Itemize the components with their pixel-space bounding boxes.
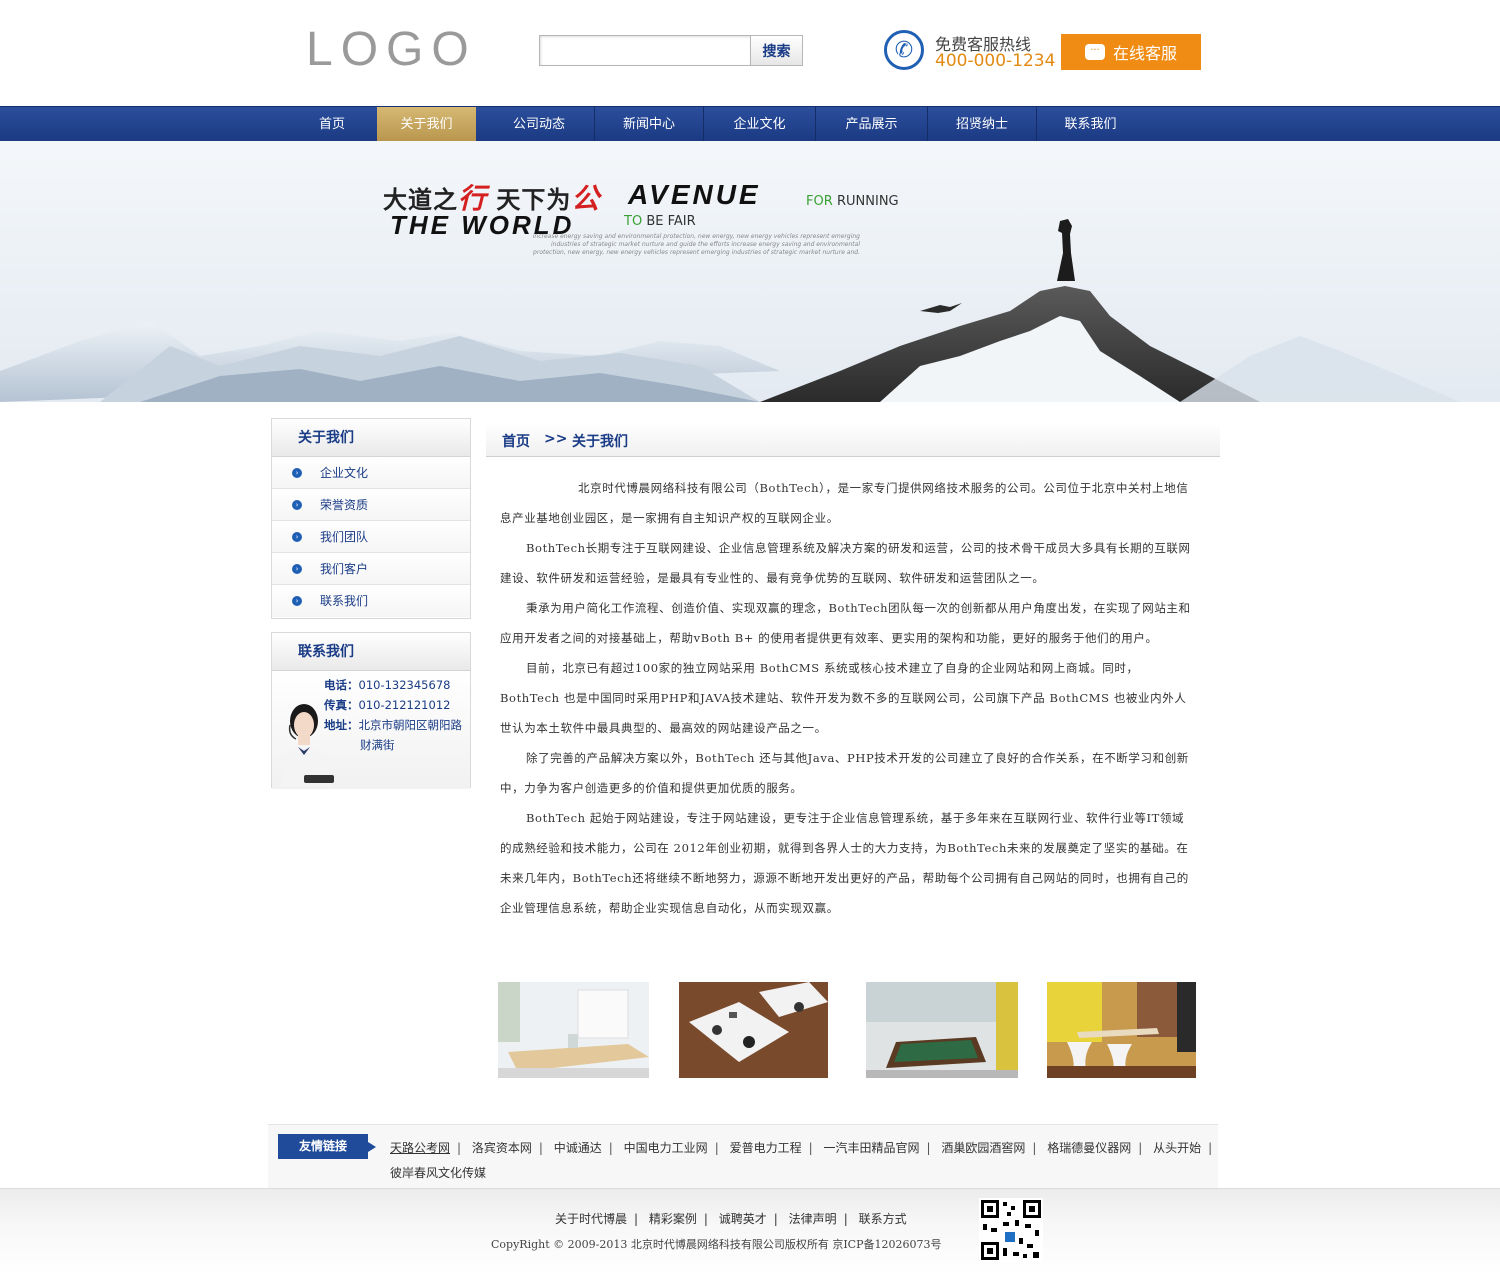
site-header: LOGO 搜索 ✆ 免费客服热线 400-000-1234 ··· 在线客服 xyxy=(0,0,1500,106)
hotline: ✆ 免费客服热线 400-000-1234 xyxy=(884,30,1056,72)
search-input[interactable] xyxy=(539,35,751,66)
office-photo-3[interactable] xyxy=(866,982,1018,1078)
sidebar-item-honors[interactable]: › 荣誉资质 xyxy=(272,489,470,521)
nav-item-news-center[interactable]: 新闻中心 xyxy=(595,107,703,142)
site-logo[interactable]: LOGO xyxy=(306,26,477,74)
banner-fine-print: increase energy saving and environmental… xyxy=(532,233,860,256)
article-paragraph: 除了完善的产品解决方案以外，BothTech 还与其他Java、PHP技术开发的… xyxy=(500,751,1189,795)
nav-item-about[interactable]: 关于我们 xyxy=(377,107,476,142)
about-sidebar-title: 关于我们 xyxy=(272,419,470,457)
banner-for: FOR xyxy=(806,194,833,209)
link-item[interactable]: 格瑞德曼仪器网 xyxy=(1047,1141,1131,1155)
sidebar-item-clients[interactable]: › 我们客户 xyxy=(272,553,470,585)
main-nav: 首页 关于我们 公司动态 新闻中心 企业文化 产品展示 招贤纳士 联系我们 xyxy=(0,106,1500,142)
link-item[interactable]: 爱普电力工程 xyxy=(730,1141,802,1155)
about-sidebar: 关于我们 › 企业文化 › 荣誉资质 › 我们团队 › 我们客户 › 联系我们 xyxy=(271,418,471,619)
footer-link-legal[interactable]: 法律声明 xyxy=(789,1212,837,1226)
search-button[interactable]: 搜索 xyxy=(750,35,803,66)
contact-phone: 电话：010-132345678 xyxy=(324,678,451,692)
arrow-bullet-icon: › xyxy=(292,596,302,606)
breadcrumb: 首页 >> 关于我们 xyxy=(486,423,1220,457)
nav-item-company-news[interactable]: 公司动态 xyxy=(484,107,594,142)
banner-avenue: AVENUE xyxy=(628,179,761,210)
footer-link-jobs[interactable]: 诚聘英才 xyxy=(719,1212,767,1226)
banner-running: RUNNING xyxy=(837,194,899,209)
friendly-links-tag: 友情链接 xyxy=(278,1134,376,1159)
contact-info: 电话：010-132345678 传真：010-212121012 地址：北京市… xyxy=(272,671,470,789)
footer-link-contact[interactable]: 联系方式 xyxy=(859,1212,907,1226)
nav-item-contact[interactable]: 联系我们 xyxy=(1037,107,1144,142)
online-service-button[interactable]: ··· 在线客服 xyxy=(1061,34,1201,70)
sidebar-item-culture[interactable]: › 企业文化 xyxy=(272,457,470,489)
contact-address: 地址：北京市朝阳区朝阳路 xyxy=(324,718,462,732)
link-item[interactable]: 天路公考网 xyxy=(390,1141,450,1155)
footer-link-about[interactable]: 关于时代博晨 xyxy=(555,1212,627,1226)
arrow-bullet-icon: › xyxy=(292,532,302,542)
copyright: CopyRight © 2009-2013 北京时代博晨网络科技有限公司版权所有… xyxy=(491,1238,942,1251)
link-item[interactable]: 中国电力工业网 xyxy=(624,1141,708,1155)
footer-links: 关于时代博晨 | 精彩案例 | 诚聘英才 | 法律声明 | 联系方式 xyxy=(555,1212,907,1226)
nav-item-careers[interactable]: 招贤纳士 xyxy=(928,107,1036,142)
hotline-number: 400-000-1234 xyxy=(935,51,1056,71)
friendly-links-row-2: 彼岸春风文化传媒 xyxy=(390,1164,486,1181)
nav-item-products[interactable]: 产品展示 xyxy=(816,107,927,142)
article-paragraph: BothTech长期专注于互联网建设、企业信息管理系统及解决方案的研发和运营，公… xyxy=(500,541,1191,585)
office-photo-2[interactable] xyxy=(679,982,828,1078)
search-bar: 搜索 xyxy=(539,35,803,66)
arrow-bullet-icon: › xyxy=(292,468,302,478)
article-paragraph: BothTech 起始于网站建设，专注于网站建设，更专注于企业信息管理系统，基于… xyxy=(500,811,1189,915)
link-item[interactable]: 彼岸春风文化传媒 xyxy=(390,1166,486,1180)
link-item[interactable]: 中诚通达 xyxy=(554,1141,602,1155)
nav-item-home[interactable]: 首页 xyxy=(287,107,377,142)
contact-sidebar: 联系我们 电话：010-132345678 传真：010-212121012 地… xyxy=(271,632,471,789)
qr-code-icon xyxy=(979,1198,1043,1262)
breadcrumb-separator: >> xyxy=(544,431,568,447)
contact-sidebar-title: 联系我们 xyxy=(272,633,470,671)
article-paragraph: 目前，北京已有超过100家的独立网站采用 BothCMS 系统或核心技术建立了自… xyxy=(500,661,1187,735)
nav-item-culture[interactable]: 企业文化 xyxy=(704,107,815,142)
link-item[interactable]: 从头开始 xyxy=(1153,1141,1201,1155)
site-footer: 关于时代博晨 | 精彩案例 | 诚聘英才 | 法律声明 | 联系方式 CopyRight… xyxy=(0,1188,1500,1276)
friendly-links-row: 天路公考网 | 洛宾资本网 | 中诚通达 | 中国电力工业网 | 爱普电力工程 | 一汽丰… xyxy=(390,1141,1213,1155)
online-service-label: 在线客服 xyxy=(1112,44,1177,63)
office-photo-1[interactable] xyxy=(498,982,649,1078)
link-item[interactable]: 一汽丰田精品官网 xyxy=(823,1141,919,1155)
sidebar-item-contact[interactable]: › 联系我们 xyxy=(272,585,470,617)
breadcrumb-home[interactable]: 首页 xyxy=(502,431,530,451)
sidebar-item-team[interactable]: › 我们团队 xyxy=(272,521,470,553)
link-item[interactable]: 酒巢欧园酒窖网 xyxy=(941,1141,1025,1155)
hero-banner: 大道之行 天下为公 AVENUE FOR RUNNING THE WORLD T… xyxy=(0,141,1500,402)
arrow-bullet-icon: › xyxy=(292,564,302,574)
contact-fax: 传真：010-212121012 xyxy=(324,698,451,712)
breadcrumb-current: 关于我们 xyxy=(572,434,628,450)
phone-icon: ✆ xyxy=(884,30,924,70)
chat-bubble-icon: ··· xyxy=(1084,44,1105,60)
about-article: 北京时代博晨网络科技有限公司（BothTech），是一家专门提供网络技术服务的公… xyxy=(500,473,1194,923)
article-paragraph: 秉承为用户简化工作流程、创造价值、实现双赢的理念，BothTech团队每一次的创… xyxy=(500,601,1191,645)
article-paragraph: 北京时代博晨网络科技有限公司（BothTech），是一家专门提供网络技术服务的公… xyxy=(500,481,1189,525)
link-item[interactable]: 洛宾资本网 xyxy=(472,1141,532,1155)
contact-address-line2: 财满街 xyxy=(360,738,395,752)
footer-link-cases[interactable]: 精彩案例 xyxy=(649,1212,697,1226)
banner-to-be-fair: TO BE FAIR xyxy=(624,214,696,229)
office-photo-4[interactable] xyxy=(1047,982,1196,1078)
arrow-bullet-icon: › xyxy=(292,500,302,510)
friendly-links: 友情链接 天路公考网 | 洛宾资本网 | 中诚通达 | 中国电力工业网 | 爱普电力工程… xyxy=(268,1124,1218,1188)
